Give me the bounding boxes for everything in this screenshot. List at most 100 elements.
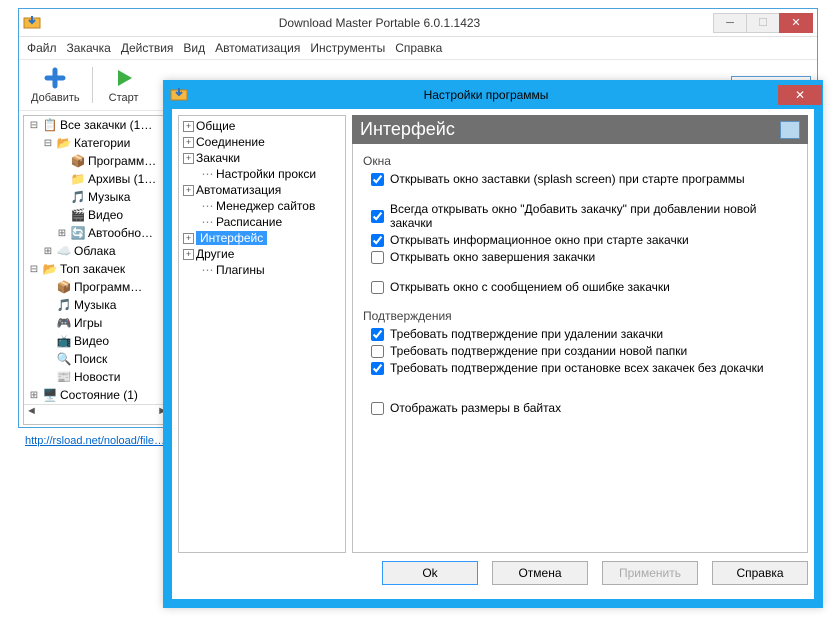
close-button[interactable]: ✕ bbox=[779, 13, 813, 33]
tree-all-downloads[interactable]: ⊟📋Все закачки (1… bbox=[24, 116, 170, 134]
checkbox[interactable] bbox=[371, 362, 384, 375]
tree-cat-item[interactable]: ⊞🔄Автообно… bbox=[24, 224, 170, 242]
tree-cat-item[interactable]: 📁Архивы (1… bbox=[24, 170, 170, 188]
tree-top-item[interactable]: 🎵Музыка bbox=[24, 296, 170, 314]
menu-view[interactable]: Вид bbox=[183, 41, 205, 55]
chk-confirm-folder[interactable]: Требовать подтверждение при создании нов… bbox=[371, 344, 797, 358]
folder-icon: 📂 bbox=[56, 135, 72, 151]
refresh-icon: 🔄 bbox=[70, 225, 86, 241]
tv-icon: 📺 bbox=[56, 333, 72, 349]
chk-info-window[interactable]: Открывать информационное окно при старте… bbox=[371, 233, 797, 247]
chk-confirm-delete[interactable]: Требовать подтверждение при удалении зак… bbox=[371, 327, 797, 341]
music-icon: 🎵 bbox=[56, 297, 72, 313]
tree-top-item[interactable]: 📺Видео bbox=[24, 332, 170, 350]
minimize-button[interactable]: ─ bbox=[713, 13, 747, 33]
checkbox[interactable] bbox=[371, 345, 384, 358]
group-windows-label: Окна bbox=[363, 154, 797, 168]
list-icon: 📋 bbox=[42, 117, 58, 133]
plus-icon bbox=[43, 66, 67, 90]
menu-help[interactable]: Справка bbox=[395, 41, 442, 55]
status-link[interactable]: http://rsload.net/noload/file… bbox=[25, 435, 165, 447]
tree-connection[interactable]: +Соединение bbox=[179, 134, 345, 150]
chk-bytes[interactable]: Отображать размеры в байтах bbox=[371, 401, 797, 415]
dialog-title: Настройки программы bbox=[194, 88, 778, 102]
start-label: Старт bbox=[109, 92, 139, 104]
checkbox[interactable] bbox=[371, 234, 384, 247]
archive-icon: 📁 bbox=[70, 171, 86, 187]
checkbox[interactable] bbox=[371, 210, 384, 223]
tree-cat-item[interactable]: 🎬Видео bbox=[24, 206, 170, 224]
menu-automation[interactable]: Автоматизация bbox=[215, 41, 300, 55]
menu-tools[interactable]: Инструменты bbox=[310, 41, 385, 55]
main-menu: Файл Закачка Действия Вид Автоматизация … bbox=[19, 37, 817, 60]
section-header: Интерфейс bbox=[352, 115, 808, 144]
tree-top-item[interactable]: 📰Новости bbox=[24, 368, 170, 386]
play-icon bbox=[112, 66, 136, 90]
dialog-close-button[interactable]: ✕ bbox=[778, 85, 822, 105]
chk-splash[interactable]: Открывать окно заставки (splash screen) … bbox=[371, 172, 797, 186]
checkbox[interactable] bbox=[371, 173, 384, 186]
folder-icon: 📂 bbox=[42, 261, 58, 277]
tree-status[interactable]: ⊞🖥️Состояние (1) bbox=[24, 386, 170, 404]
dialog-buttons: Ok Отмена Применить Справка bbox=[178, 553, 808, 585]
tree-cat-item[interactable]: 📦Программ… bbox=[24, 152, 170, 170]
main-title: Download Master Portable 6.0.1.1423 bbox=[45, 16, 714, 30]
tree-interface[interactable]: +Интерфейс bbox=[179, 230, 345, 246]
tree-other[interactable]: +Другие bbox=[179, 246, 345, 262]
box-icon: 📦 bbox=[70, 153, 86, 169]
tree-cat-item[interactable]: 🎵Музыка bbox=[24, 188, 170, 206]
maximize-button[interactable]: ☐ bbox=[746, 13, 780, 33]
tree-proxy[interactable]: ⋯Настройки прокси bbox=[179, 166, 345, 182]
settings-pane: Окна Открывать окно заставки (splash scr… bbox=[352, 144, 808, 553]
menu-file[interactable]: Файл bbox=[27, 41, 57, 55]
search-icon: 🔍 bbox=[56, 351, 72, 367]
app-icon bbox=[170, 86, 188, 104]
apply-button[interactable]: Применить bbox=[602, 561, 698, 585]
section-title: Интерфейс bbox=[360, 119, 455, 140]
chk-complete-window[interactable]: Открывать окно завершения закачки bbox=[371, 250, 797, 264]
cloud-icon: ☁️ bbox=[56, 243, 72, 259]
box-icon: 📦 bbox=[56, 279, 72, 295]
status-icon: 🖥️ bbox=[42, 387, 58, 403]
tree-clouds[interactable]: ⊞☁️Облака bbox=[24, 242, 170, 260]
checkbox[interactable] bbox=[371, 402, 384, 415]
tree-schedule[interactable]: ⋯Расписание bbox=[179, 214, 345, 230]
sidebar: ⊟📋Все закачки (1… ⊟📂Категории 📦Программ…… bbox=[23, 115, 171, 425]
chk-confirm-stop[interactable]: Требовать подтверждение при остановке вс… bbox=[371, 361, 797, 375]
toolbar-separator bbox=[92, 67, 93, 103]
dialog-titlebar: Настройки программы ✕ bbox=[164, 81, 822, 109]
group-confirm-label: Подтверждения bbox=[363, 309, 797, 323]
tree-top[interactable]: ⊟📂Топ закачек bbox=[24, 260, 170, 278]
video-icon: 🎬 bbox=[70, 207, 86, 223]
add-button[interactable]: Добавить bbox=[25, 64, 86, 106]
tree-categories[interactable]: ⊟📂Категории bbox=[24, 134, 170, 152]
chk-add-window[interactable]: Всегда открывать окно "Добавить закачку"… bbox=[371, 202, 797, 230]
ok-button[interactable]: Ok bbox=[382, 561, 478, 585]
help-button[interactable]: Справка bbox=[712, 561, 808, 585]
window-icon bbox=[780, 121, 800, 139]
news-icon: 📰 bbox=[56, 369, 72, 385]
checkbox[interactable] bbox=[371, 251, 384, 264]
settings-dialog: Настройки программы ✕ +Общие +Соединение… bbox=[163, 80, 823, 608]
chk-error-window[interactable]: Открывать окно с сообщением об ошибке за… bbox=[371, 280, 797, 294]
tree-top-item[interactable]: 🔍Поиск bbox=[24, 350, 170, 368]
tree-downloads[interactable]: +Закачки bbox=[179, 150, 345, 166]
tree-plugins[interactable]: ⋯Плагины bbox=[179, 262, 345, 278]
add-label: Добавить bbox=[31, 92, 80, 104]
menu-download[interactable]: Закачка bbox=[67, 41, 111, 55]
menu-actions[interactable]: Действия bbox=[121, 41, 174, 55]
tree-sitemgr[interactable]: ⋯Менеджер сайтов bbox=[179, 198, 345, 214]
checkbox[interactable] bbox=[371, 281, 384, 294]
main-titlebar: Download Master Portable 6.0.1.1423 ─ ☐ … bbox=[19, 9, 817, 37]
music-icon: 🎵 bbox=[70, 189, 86, 205]
tree-top-item[interactable]: 📦Программ… bbox=[24, 278, 170, 296]
game-icon: 🎮 bbox=[56, 315, 72, 331]
checkbox[interactable] bbox=[371, 328, 384, 341]
cancel-button[interactable]: Отмена bbox=[492, 561, 588, 585]
settings-tree: +Общие +Соединение +Закачки ⋯Настройки п… bbox=[178, 115, 346, 553]
tree-hscroll[interactable]: ◄► bbox=[24, 404, 170, 417]
tree-automation[interactable]: +Автоматизация bbox=[179, 182, 345, 198]
tree-top-item[interactable]: 🎮Игры bbox=[24, 314, 170, 332]
tree-general[interactable]: +Общие bbox=[179, 118, 345, 134]
start-button[interactable]: Старт bbox=[99, 64, 149, 106]
